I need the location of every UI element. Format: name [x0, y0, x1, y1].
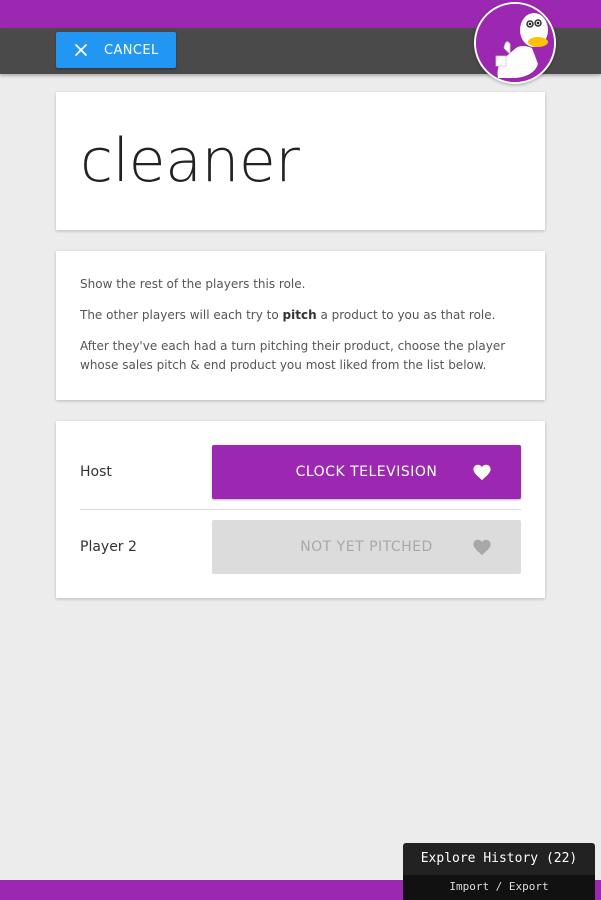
cancel-label: CANCEL: [104, 42, 159, 58]
heart-icon: [473, 539, 491, 556]
heart-icon: [473, 464, 491, 481]
player-row: Host CLOCK TELEVISION: [80, 445, 521, 499]
pitch-button-label: CLOCK TELEVISION: [295, 464, 438, 480]
row-divider: [80, 509, 521, 510]
pick-winner-button[interactable]: CLOCK TELEVISION: [212, 445, 521, 499]
duck-thumbs-up-avatar-icon: [476, 4, 554, 82]
instruction-line-2-suffix: a product to you as that role.: [316, 308, 496, 322]
instruction-line-3: After they've each had a turn pitching t…: [80, 339, 506, 372]
instruction-pitch-word: pitch: [282, 308, 317, 322]
import-export-link[interactable]: Import / Export: [403, 875, 595, 900]
instructions-card: Show the rest of the players this role. …: [56, 251, 545, 400]
avatar[interactable]: [474, 2, 556, 84]
pitch-button-label: NOT YET PITCHED: [300, 539, 433, 555]
history-panel: Explore History (22) Import / Export: [403, 843, 595, 900]
explore-history-button[interactable]: Explore History (22): [403, 843, 595, 875]
cancel-button[interactable]: CANCEL: [56, 32, 176, 68]
role-word: cleaner: [80, 126, 300, 196]
players-card: Host CLOCK TELEVISION Player 2 NOT YET P…: [56, 421, 545, 598]
not-yet-pitched-button: NOT YET PITCHED: [212, 520, 521, 574]
instruction-line-2-prefix: The other players will each try to: [80, 308, 283, 322]
instruction-line-1: Show the rest of the players this role.: [80, 277, 306, 291]
player-name: Host: [80, 464, 112, 480]
player-row: Player 2 NOT YET PITCHED: [80, 520, 521, 574]
role-card: cleaner: [56, 92, 545, 230]
instruction-line-2: The other players will each try to pitch…: [80, 306, 521, 325]
player-name: Player 2: [80, 539, 137, 555]
close-icon: [75, 44, 87, 56]
